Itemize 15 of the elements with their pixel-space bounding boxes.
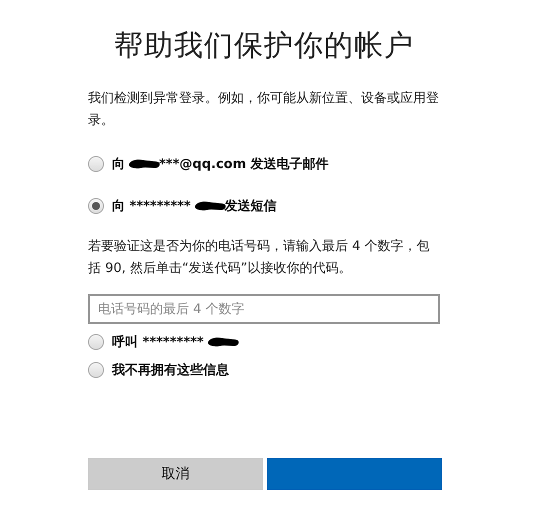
option-label: 我不再拥有这些信息 — [112, 362, 229, 379]
option-label: ***@qq.com 发送电子邮件 — [159, 156, 329, 173]
page-title: 帮助我们保护你的帐户 — [113, 27, 415, 64]
option-label: 向 ********* — [112, 198, 191, 215]
radio-button[interactable] — [88, 156, 104, 172]
cancel-button[interactable]: 取消 — [88, 458, 263, 490]
option-label: 向 — [112, 156, 125, 173]
radio-button[interactable] — [88, 198, 104, 214]
verify-text: 若要验证这是否为你的电话号码，请输入最后 4 个数字，包括 90, 然后单击“发送代码”以接收你的代码。 — [88, 238, 431, 278]
radio-button[interactable] — [88, 362, 104, 378]
input-field[interactable]: 电话号码的最后 4 个数字 — [88, 294, 440, 324]
option-label: 发送短信 — [224, 198, 277, 215]
radio-button[interactable] — [88, 334, 104, 350]
option-label: 呼叫 ********* — [112, 334, 204, 351]
intro-text: 我们检测到异常登录。例如，你可能从新位置、设备或应用登录。 — [88, 90, 440, 130]
